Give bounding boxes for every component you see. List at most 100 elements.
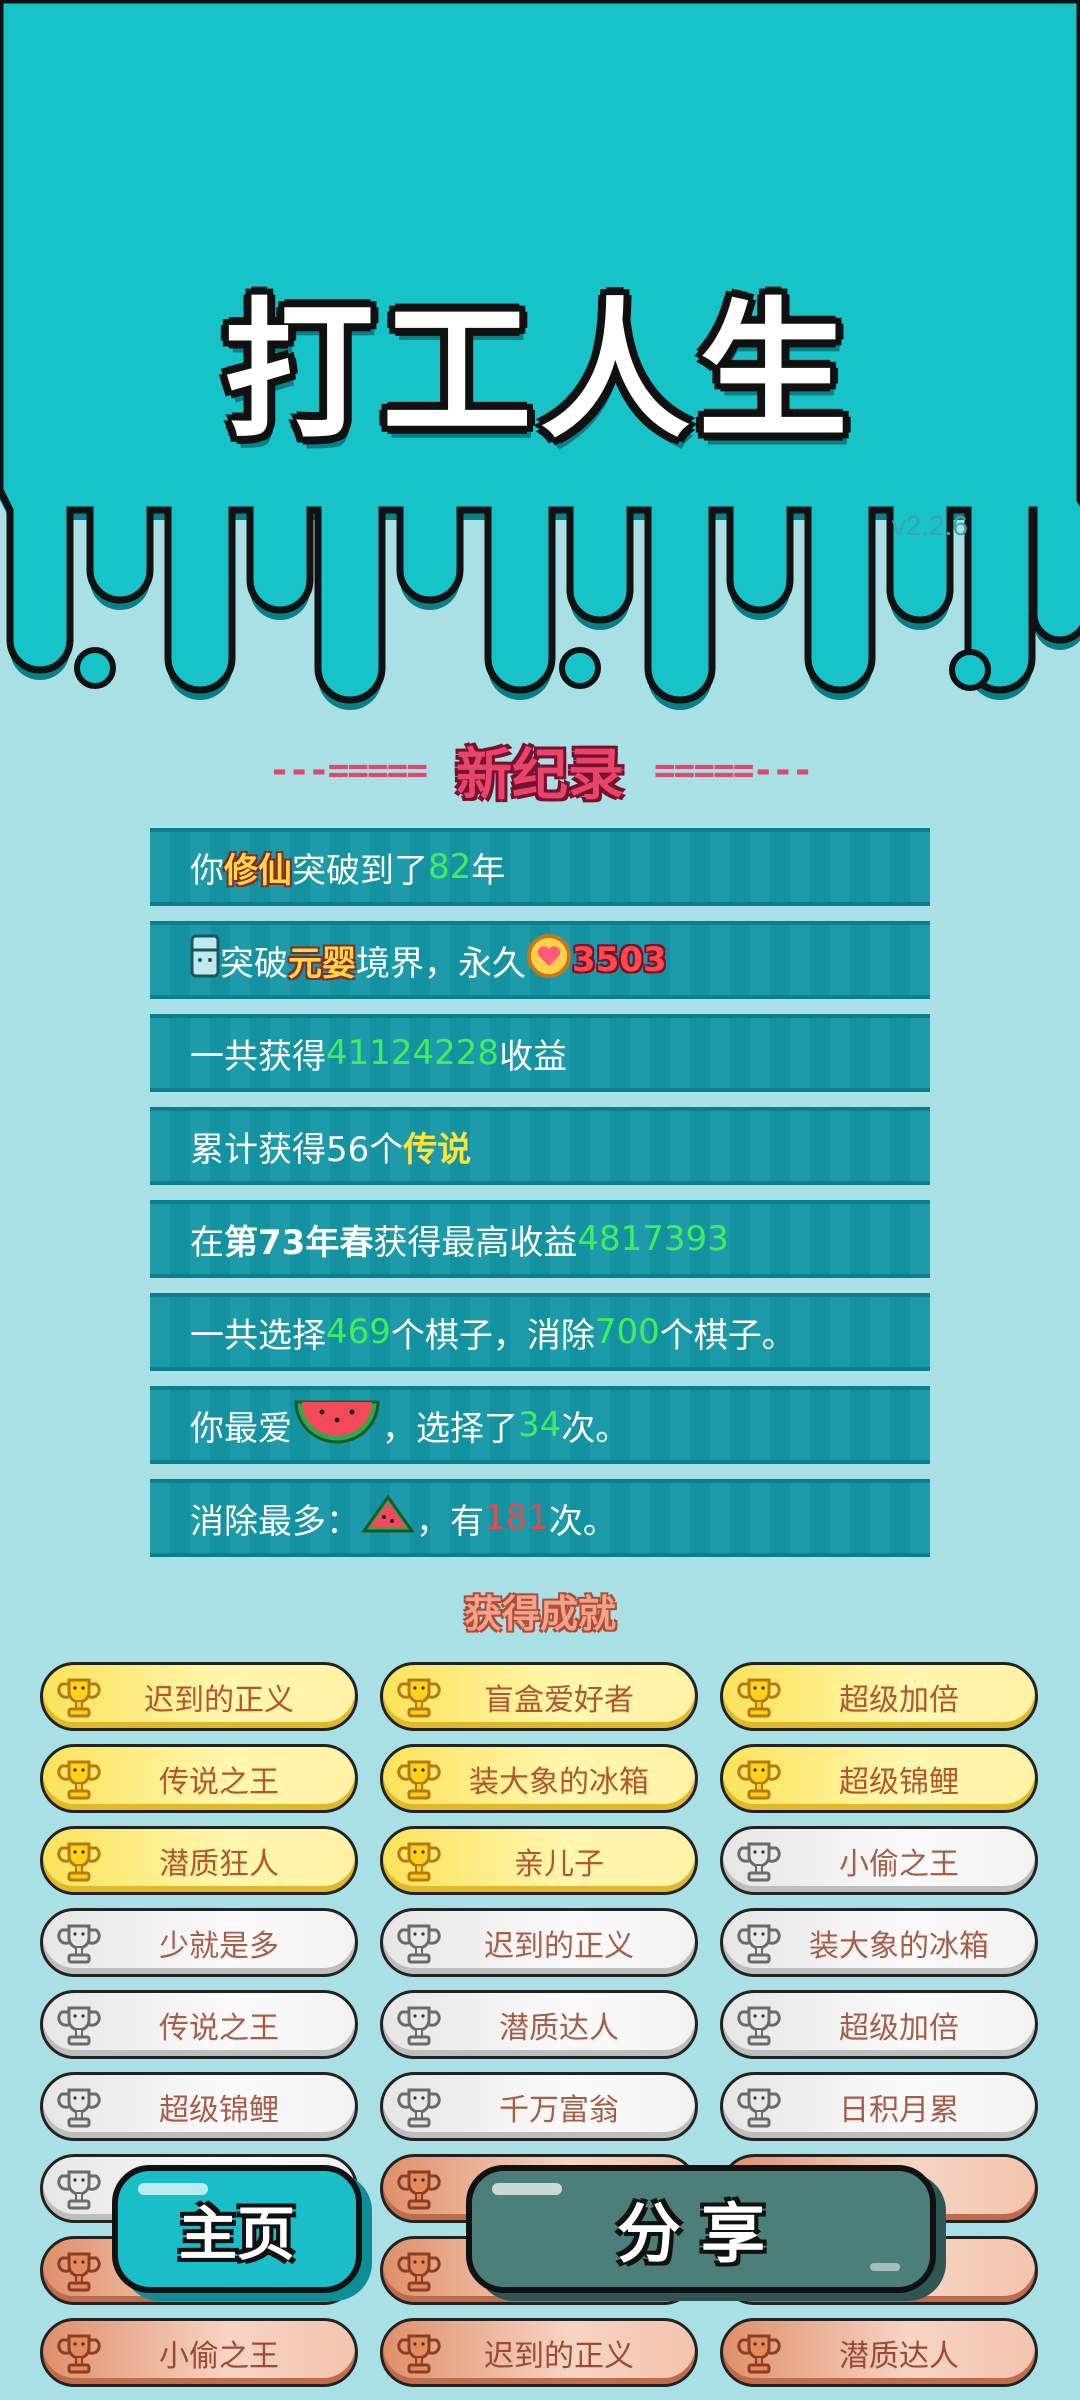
record-text: ，选择了 xyxy=(382,1408,518,1449)
heading-dashes-left: ---===== xyxy=(268,749,428,791)
achievement-badge[interactable]: 传说之王 xyxy=(40,1744,358,1813)
achievement-badge[interactable]: 亲儿子 xyxy=(380,1826,698,1895)
chosen-count: 469 xyxy=(326,1312,391,1352)
drip-dot xyxy=(74,647,116,689)
achievement-badge[interactable]: 千万富翁 xyxy=(380,2072,698,2141)
trophy-icon xyxy=(57,2170,101,2210)
heart-coin-icon xyxy=(526,933,572,988)
achievement-badge[interactable]: 迟到的正义 xyxy=(380,1908,698,1977)
achievement-label: 迟到的正义 xyxy=(484,2338,634,2374)
trophy-icon xyxy=(737,2088,781,2128)
record-text: 一共选择 xyxy=(190,1315,326,1356)
record-row: 累计获得56个 传说 xyxy=(150,1107,930,1185)
button-shine xyxy=(138,2183,208,2195)
record-row: 一共获得 41124228 收益 xyxy=(150,1014,930,1092)
achievement-label: 迟到的正义 xyxy=(144,1682,294,1718)
removed-most-count: 181 xyxy=(484,1498,549,1538)
achievement-label: 超级锦鲤 xyxy=(159,2092,279,2128)
achievement-badge[interactable]: 少就是多 xyxy=(40,1908,358,1977)
record-text: 次。 xyxy=(561,1408,630,1449)
trophy-icon xyxy=(397,1924,441,1964)
record-text: 收益 xyxy=(499,1036,568,1077)
achievement-badge[interactable]: 超级加倍 xyxy=(720,1990,1038,2059)
trophy-icon xyxy=(57,2088,101,2128)
achievement-badge[interactable]: 潜质狂人 xyxy=(40,1826,358,1895)
permanent-value: 3503 xyxy=(572,940,667,980)
heading-dashes-right: =====--- xyxy=(654,749,813,791)
record-row: 你修仙 突破到了 82 年 xyxy=(150,828,930,906)
achievement-label: 潜质达人 xyxy=(839,2338,959,2374)
record-row: 消除最多： ，有 181 次。 xyxy=(150,1479,930,1557)
trophy-icon xyxy=(397,2006,441,2046)
achievement-label: 超级加倍 xyxy=(839,1682,959,1718)
trophy-icon xyxy=(397,1678,441,1718)
trophy-icon xyxy=(737,1924,781,1964)
achievement-label: 亲儿子 xyxy=(514,1846,604,1882)
legend-tag: 传说 xyxy=(403,1129,472,1170)
record-text: 次。 xyxy=(548,1501,617,1542)
button-shine xyxy=(492,2183,562,2195)
record-text: 获得最高收益 xyxy=(373,1222,578,1263)
record-text: ，有 xyxy=(416,1501,484,1542)
achievement-label: 超级加倍 xyxy=(839,2010,959,2046)
trophy-icon xyxy=(57,1760,101,1800)
realm-name: 修仙 xyxy=(224,850,292,891)
years-value: 82 xyxy=(428,847,472,887)
achievement-badge[interactable]: 迟到的正义 xyxy=(380,2318,698,2387)
record-row: 一共选择 469 个棋子，消除 700 个棋子。 xyxy=(150,1293,930,1371)
record-text: 突破到了 xyxy=(292,850,428,891)
max-income: 4817393 xyxy=(577,1219,729,1259)
record-text: 你 xyxy=(190,850,224,891)
trophy-icon xyxy=(57,1842,101,1882)
record-text: 在 xyxy=(190,1222,224,1263)
record-text: 个棋子，消除 xyxy=(390,1315,595,1356)
achievement-badge[interactable]: 超级锦鲤 xyxy=(720,1744,1038,1813)
removed-count: 700 xyxy=(594,1312,660,1352)
achievement-badge[interactable]: 超级加倍 xyxy=(720,1662,1038,1731)
trophy-icon xyxy=(737,1678,781,1718)
trophy-icon xyxy=(737,1842,781,1882)
fridge-icon xyxy=(190,934,220,987)
realm-name: 元婴 xyxy=(288,943,356,984)
achievement-badge[interactable]: 装大象的冰箱 xyxy=(380,1744,698,1813)
record-text: 突破 xyxy=(220,943,288,984)
achievement-badge[interactable]: 日积月累 xyxy=(720,2072,1038,2141)
favorite-count: 34 xyxy=(518,1405,562,1445)
header: 打工人生 v2.2.6 xyxy=(0,0,1080,720)
records-list: 你修仙 突破到了 82 年 突破 元婴 境界，永久 3503 一共获得 41124228 收益… xyxy=(150,828,930,1572)
home-label: 主页 xyxy=(178,2200,295,2268)
drip-dot xyxy=(949,649,991,691)
achievement-label: 迟到的正义 xyxy=(484,1928,634,1964)
achievement-label: 日积月累 xyxy=(839,2092,959,2128)
achievement-label: 千万富翁 xyxy=(499,2092,619,2128)
achievement-badge[interactable]: 迟到的正义 xyxy=(40,1662,358,1731)
achievement-badge[interactable]: 传说之王 xyxy=(40,1990,358,2059)
achievement-label: 潜质狂人 xyxy=(159,1846,279,1882)
record-text: 你最爱 xyxy=(190,1408,292,1449)
achievement-label: 小偷之王 xyxy=(159,2338,279,2374)
trophy-icon xyxy=(397,1760,441,1800)
achievement-label: 传说之王 xyxy=(159,2010,279,2046)
new-record-heading: ---===== 新纪录 =====--- xyxy=(0,735,1080,808)
home-button[interactable]: 主页 xyxy=(112,2165,362,2293)
achievement-badge[interactable]: 小偷之王 xyxy=(40,2318,358,2387)
achievement-badge[interactable]: 装大象的冰箱 xyxy=(720,1908,1038,1977)
achievement-badge[interactable]: 潜质达人 xyxy=(380,1990,698,2059)
record-text: 一共获得 xyxy=(190,1036,326,1077)
record-text: 年 xyxy=(471,850,506,891)
trophy-icon xyxy=(57,2334,101,2374)
record-row: 在 第73年春 获得最高收益 4817393 xyxy=(150,1200,930,1278)
achievement-badge[interactable]: 盲盒爱好者 xyxy=(380,1662,698,1731)
trophy-icon xyxy=(57,2006,101,2046)
achievement-badge[interactable]: 超级锦鲤 xyxy=(40,2072,358,2141)
button-shine xyxy=(870,2263,900,2271)
achievement-label: 装大象的冰箱 xyxy=(809,1928,989,1964)
achievements-title: 获得成就 xyxy=(463,1591,616,1636)
total-income: 41124228 xyxy=(326,1033,500,1073)
achievement-badge[interactable]: 小偷之王 xyxy=(720,1826,1038,1895)
watermelon-slice-icon xyxy=(360,1491,416,1546)
achievement-badge[interactable]: 潜质达人 xyxy=(720,2318,1038,2387)
version-label: v2.2.6 xyxy=(891,510,968,541)
achievement-label: 小偷之王 xyxy=(839,1846,959,1882)
share-button[interactable]: 分享 xyxy=(466,2165,936,2293)
